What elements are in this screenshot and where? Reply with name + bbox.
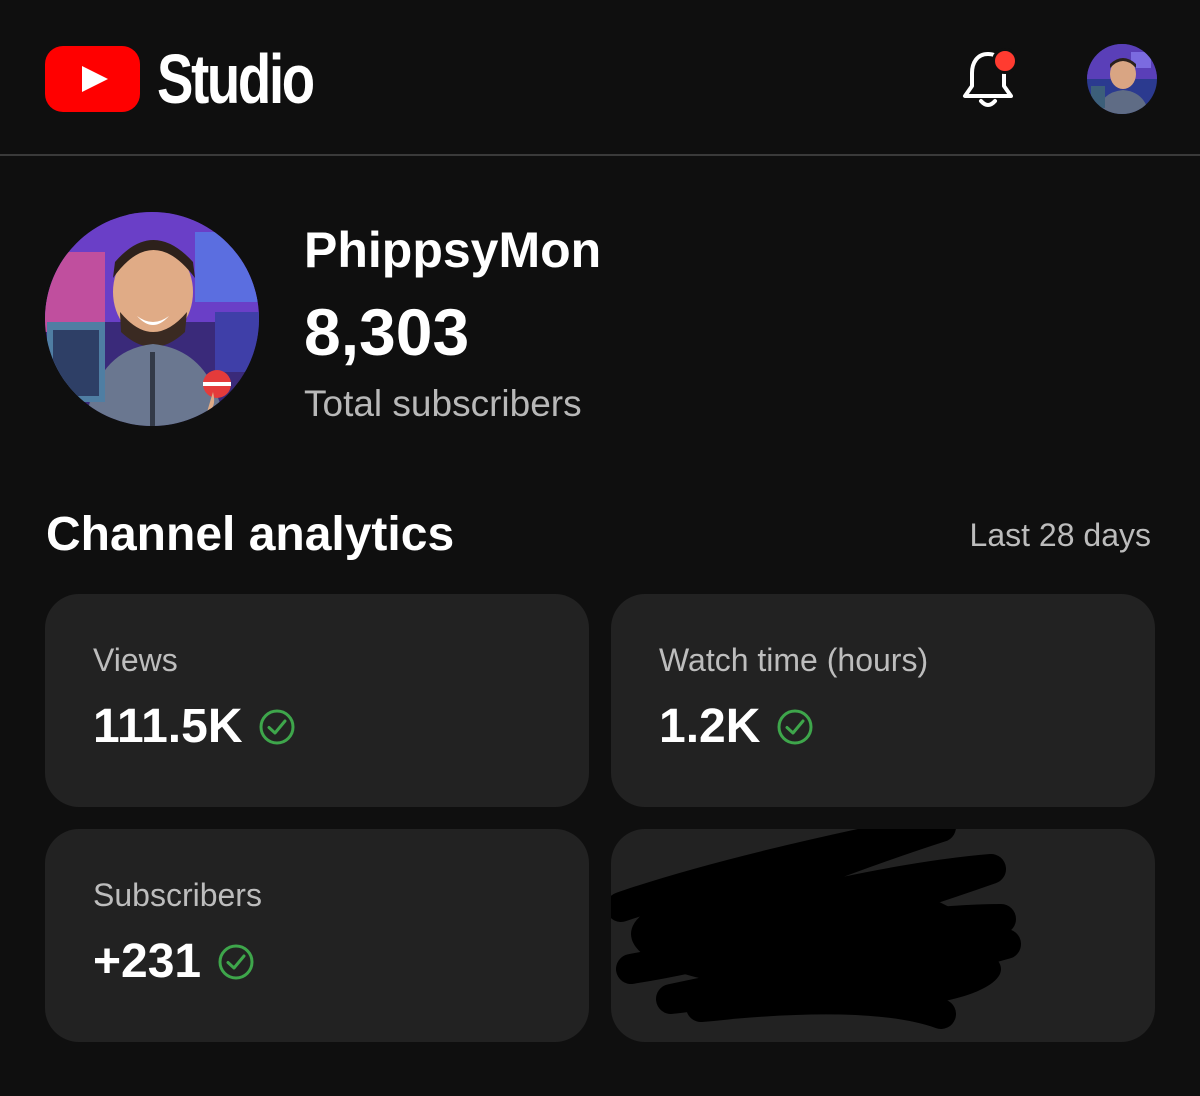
card-label: Watch time (hours) xyxy=(659,642,929,678)
top-bar: Studio xyxy=(0,0,1200,156)
card-value: 111.5K xyxy=(93,700,243,753)
watch-time-card[interactable]: Watch time (hours) 1.2K xyxy=(611,594,1155,807)
studio-wordmark: Studio xyxy=(157,40,315,118)
check-circle-icon xyxy=(259,709,295,745)
channel-avatar[interactable] xyxy=(45,212,259,426)
check-circle-icon xyxy=(777,709,813,745)
card-value: +231 xyxy=(93,935,202,988)
youtube-studio-logo[interactable]: Studio xyxy=(45,44,357,114)
card-value: 1.2K xyxy=(659,700,761,753)
studio-page: Studio PhippsyMon 8,303 Total subscriber… xyxy=(0,0,1200,1096)
card-label: Views xyxy=(93,642,178,678)
channel-analytics-heading: Channel analytics xyxy=(46,508,455,561)
total-subscribers-label: Total subscribers xyxy=(304,383,582,424)
redaction-scribble xyxy=(611,829,1021,1029)
analytics-period: Last 28 days xyxy=(969,517,1151,553)
check-circle-icon xyxy=(218,944,254,980)
youtube-play-icon xyxy=(45,46,140,112)
channel-name: PhippsyMon xyxy=(304,222,602,278)
card-label: Subscribers xyxy=(93,877,262,913)
redacted-card[interactable] xyxy=(611,829,1155,1042)
subscribers-card[interactable]: Subscribers +231 xyxy=(45,829,589,1042)
notification-dot xyxy=(992,48,1018,74)
views-card[interactable]: Views 111.5K xyxy=(45,594,589,807)
total-subscriber-count: 8,303 xyxy=(304,295,470,369)
account-avatar[interactable] xyxy=(1087,44,1157,114)
